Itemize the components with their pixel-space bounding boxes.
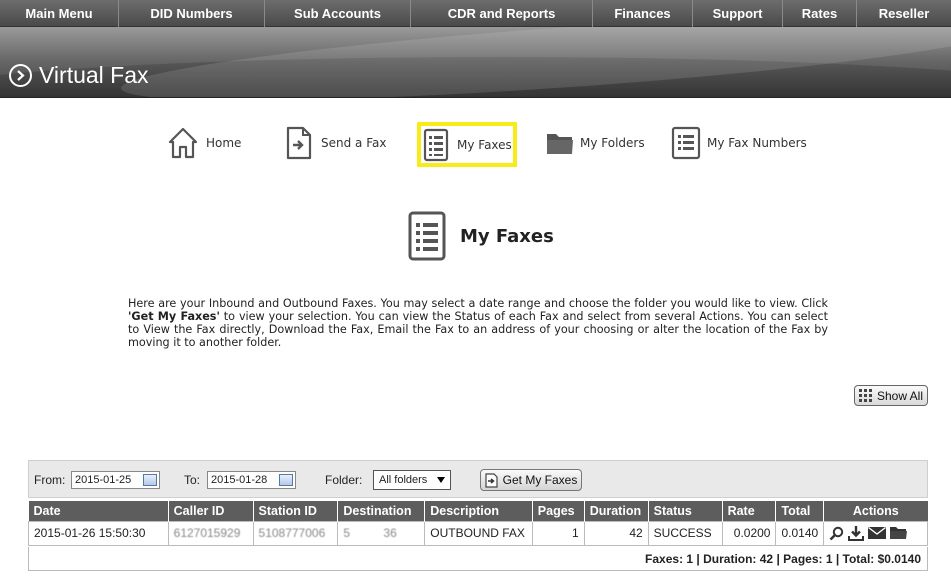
cell-status: SUCCESS	[647, 520, 723, 546]
column-header-duration[interactable]: Duration	[584, 501, 649, 521]
email-icon[interactable]	[868, 526, 887, 540]
column-header-status[interactable]: Status	[648, 501, 723, 521]
folder-select[interactable]: All folders	[373, 470, 451, 490]
folder-icon[interactable]	[890, 526, 908, 540]
column-header-description[interactable]: Description	[424, 501, 533, 521]
faxes-table: Date Caller ID Station ID Destination De…	[28, 501, 928, 546]
cell-description: OUTBOUND FAX	[424, 520, 533, 546]
column-header-date[interactable]: Date	[28, 501, 169, 521]
subnav-my-folders[interactable]: My Folders	[546, 130, 645, 156]
nav-did-numbers[interactable]: DID Numbers	[119, 0, 265, 27]
arrow-circle-icon	[9, 64, 32, 87]
subnav-my-faxes[interactable]: My Faxes	[417, 122, 517, 167]
top-navigation: Main Menu DID Numbers Sub Accounts CDR a…	[0, 0, 951, 27]
nav-support[interactable]: Support	[693, 0, 783, 27]
column-header-station-id[interactable]: Station ID	[253, 501, 339, 521]
table-row: 2015-01-26 15:50:30 6127015929 510877700…	[28, 520, 928, 546]
view-icon[interactable]	[829, 526, 844, 541]
subnav-send-fax[interactable]: Send a Fax	[286, 126, 386, 160]
list-document-icon	[423, 128, 449, 161]
folder-label: Folder:	[325, 473, 363, 487]
cell-caller-id: 6127015929	[167, 520, 254, 546]
nav-rates[interactable]: Rates	[783, 0, 857, 27]
get-faxes-icon	[485, 472, 498, 488]
filter-bar: From: 2015-01-25 To: 2015-01-28 Folder: …	[28, 460, 928, 498]
column-header-rate[interactable]: Rate	[722, 501, 777, 521]
subnav-my-fax-numbers-label: My Fax Numbers	[707, 136, 807, 150]
from-date-input[interactable]: 2015-01-25	[71, 471, 160, 489]
grid-icon	[858, 389, 872, 402]
home-icon	[168, 127, 198, 159]
download-icon[interactable]	[848, 525, 865, 541]
table-header-row: Date Caller ID Station ID Destination De…	[28, 501, 928, 521]
cell-rate: 0.0200	[721, 520, 777, 546]
cell-station-id: 5108777006	[252, 520, 339, 546]
column-header-total[interactable]: Total	[775, 501, 825, 521]
list-document-icon	[408, 211, 446, 261]
get-my-faxes-button[interactable]: Get My Faxes	[480, 469, 582, 491]
list-document-icon	[671, 126, 701, 160]
send-fax-icon	[286, 126, 312, 160]
show-all-button[interactable]: Show All	[854, 385, 928, 406]
nav-finances[interactable]: Finances	[593, 0, 693, 27]
to-date-input[interactable]: 2015-01-28	[207, 471, 296, 489]
cell-total: 0.0140	[775, 520, 825, 546]
column-header-actions: Actions	[823, 501, 928, 521]
subnav-my-fax-numbers[interactable]: My Fax Numbers	[671, 126, 807, 160]
banner-title: Virtual Fax	[39, 62, 149, 88]
table-summary: Faxes: 1 | Duration: 42 | Pages: 1 | Tot…	[28, 547, 928, 571]
subnav-my-folders-label: My Folders	[580, 136, 645, 150]
nav-cdr-and-reports[interactable]: CDR and Reports	[411, 0, 593, 27]
chevron-down-icon	[437, 477, 445, 483]
column-header-caller-id[interactable]: Caller ID	[168, 501, 254, 521]
nav-sub-accounts[interactable]: Sub Accounts	[265, 0, 411, 27]
folder-icon	[547, 134, 573, 154]
cell-date: 2015-01-26 15:50:30	[28, 520, 169, 546]
to-label: To:	[184, 473, 201, 487]
subnav-send-fax-label: Send a Fax	[321, 136, 387, 150]
banner: Virtual Fax	[0, 27, 951, 98]
intro-text: Here are your Inbound and Outbound Faxes…	[128, 297, 828, 349]
nav-main-menu[interactable]: Main Menu	[0, 0, 119, 27]
column-header-destination[interactable]: Destination	[337, 501, 426, 521]
cell-duration: 42	[583, 520, 649, 546]
calendar-icon[interactable]	[279, 474, 293, 486]
subnav-home[interactable]: Home	[168, 127, 241, 159]
cell-actions	[823, 520, 928, 546]
from-label: From:	[34, 473, 66, 487]
subnav-my-faxes-label: My Faxes	[457, 137, 512, 152]
column-header-pages[interactable]: Pages	[532, 501, 585, 521]
page-header: My Faxes	[408, 211, 554, 261]
subnav-home-label: Home	[206, 136, 242, 150]
cell-pages: 1	[531, 520, 585, 546]
nav-reseller[interactable]: Reseller	[857, 0, 951, 27]
calendar-icon[interactable]	[143, 474, 157, 486]
cell-destination: 5 36	[337, 520, 426, 546]
page-title: My Faxes	[460, 225, 554, 247]
